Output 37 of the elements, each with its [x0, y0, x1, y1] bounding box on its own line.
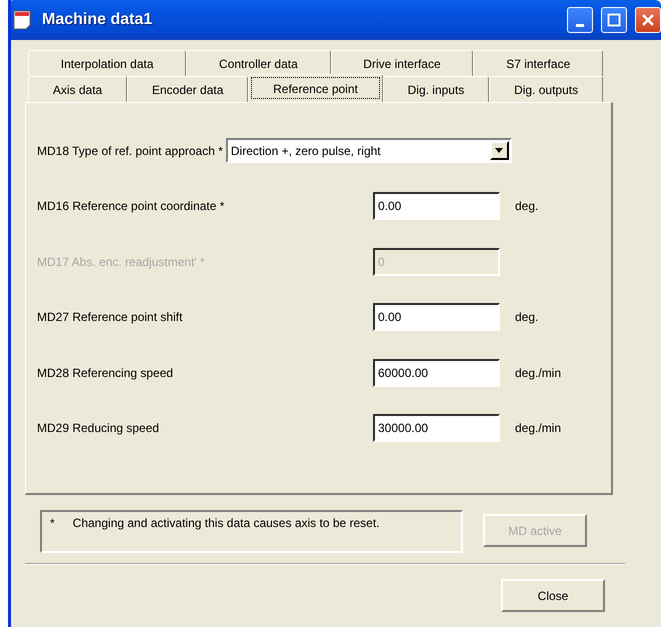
minimize-button[interactable] — [567, 7, 593, 33]
dropdown-value: Direction +, zero pulse, right — [230, 144, 382, 158]
field-label: MD17 Abs. enc. readjustment' * — [37, 254, 205, 269]
field-label: MD16 Reference point coordinate * — [37, 199, 224, 214]
input-field[interactable]: 0.00 — [373, 192, 500, 220]
input-field[interactable]: 0.00 — [373, 303, 500, 332]
note-text: Changing and activating this data causes axis to be reset. — [72, 516, 380, 532]
maximize-icon — [607, 13, 621, 27]
asterisk-mark: * — [50, 516, 55, 532]
tab[interactable]: S7 interface — [473, 50, 604, 76]
caret-icon — [495, 148, 504, 154]
unit-label: deg./min — [515, 366, 562, 380]
close-icon — [641, 13, 655, 27]
tab[interactable]: Controller data — [186, 50, 331, 76]
unit-label: deg. — [515, 199, 538, 214]
field-label: MD18 Type of ref. point approach * — [37, 144, 223, 158]
minimize-icon — [576, 24, 584, 26]
dropdown-button[interactable] — [490, 141, 509, 160]
unit-label: deg. — [515, 310, 538, 324]
input-field[interactable]: 30000.00 — [373, 414, 500, 442]
input-field[interactable]: 60000.00 — [373, 358, 500, 387]
close-button[interactable] — [635, 7, 661, 33]
window-title: Machine data1 — [42, 11, 154, 29]
tab[interactable]: Reference point — [248, 74, 383, 102]
tab[interactable]: Dig. outputs — [489, 76, 603, 102]
tab[interactable]: Axis data — [28, 76, 128, 102]
tab[interactable]: Interpolation data — [28, 50, 186, 76]
close-dialog-button[interactable]: Close — [501, 579, 605, 612]
field-label: MD28 Referencing speed — [37, 366, 174, 380]
tab[interactable]: Encoder data — [127, 76, 248, 102]
maximize-button[interactable] — [601, 7, 627, 33]
dropdown[interactable]: Direction +, zero pulse, right — [226, 138, 512, 164]
field-label: MD29 Reducing speed — [37, 421, 160, 436]
tab[interactable]: Drive interface — [330, 50, 474, 76]
tab[interactable]: Dig. inputs — [382, 76, 490, 102]
field-label: MD27 Reference point shift — [37, 310, 182, 324]
unit-label: deg./min — [515, 421, 562, 436]
